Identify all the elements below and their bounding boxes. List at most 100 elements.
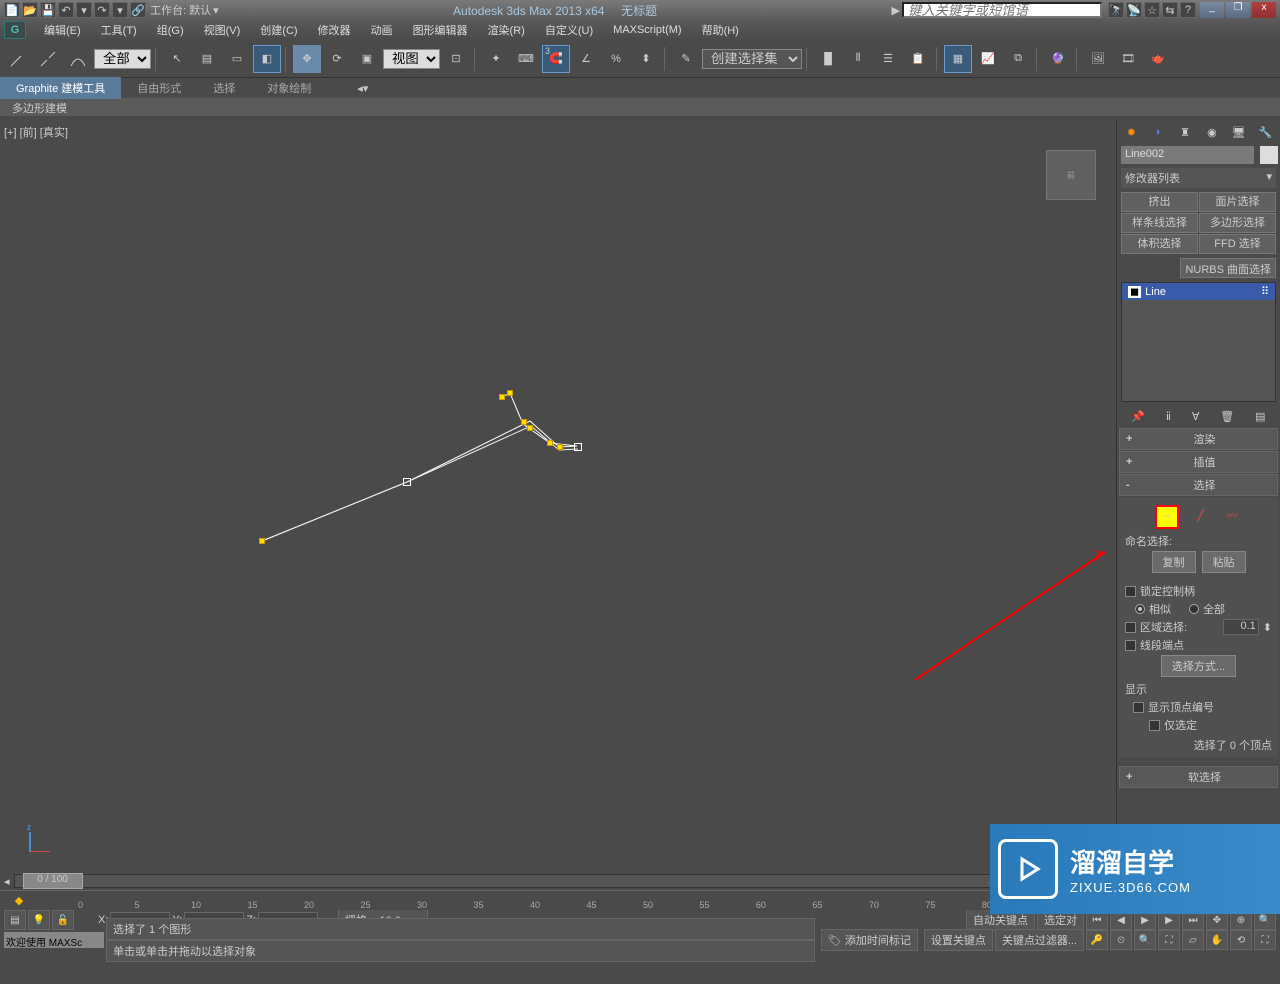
paste-button[interactable]: 粘贴 [1202,551,1246,573]
star-icon[interactable]: ☆ [1144,2,1160,18]
area-select-checkbox[interactable] [1125,622,1136,633]
set-key-button[interactable]: 设置关键点 [924,929,993,951]
time-tag-icon[interactable]: 🏷 [828,934,842,947]
close-button[interactable]: x [1252,2,1276,18]
viewport[interactable]: [+] [前] [真实] 前 z x [0,120,1116,872]
keyboard-shortcut-icon[interactable]: ⌨ [512,45,540,73]
create-panel-icon[interactable]: ✹ [1121,122,1141,142]
edit-named-sel-icon[interactable]: ✎ [672,45,700,73]
select-region-icon[interactable]: ▭ [223,45,251,73]
menu-graph[interactable]: 图形编辑器 [403,20,478,40]
help-search-input[interactable] [902,2,1102,18]
selected-only-checkbox[interactable] [1149,720,1160,731]
key-mode-icon[interactable]: 🔑 [1086,930,1108,950]
all-radio[interactable] [1189,604,1199,614]
select-object-icon[interactable]: ↖ [163,45,191,73]
nav-zoom-icon[interactable]: 🔍 [1134,930,1156,950]
select-by-button[interactable]: 选择方式... [1161,655,1236,677]
save-icon[interactable]: 💾 [40,2,56,18]
hierarchy-panel-icon[interactable]: ♜ [1175,122,1195,142]
stack-expand-icon[interactable]: ⠿ [1261,285,1269,298]
mod-spline-select[interactable]: 样条线选择 [1121,213,1198,233]
menu-customize[interactable]: 自定义(U) [535,20,603,40]
nav-fov-icon[interactable]: ▱ [1182,930,1204,950]
redo-icon[interactable]: ↷ [94,2,110,18]
vertex[interactable] [403,478,411,486]
spinner-snap-icon[interactable]: ⬍ [632,45,660,73]
remove-modifier-icon[interactable]: 🗑 [1220,410,1234,423]
time-slider-handle[interactable]: 0 / 100 [23,873,83,889]
timeline-prev-icon[interactable]: ◂ [4,875,10,888]
vertex[interactable] [527,425,533,431]
render-frame-icon[interactable]: 🎞 [1114,45,1142,73]
align-icon[interactable]: ⫴ [844,45,872,73]
menu-views[interactable]: 视图(V) [194,20,251,40]
key-filters-button[interactable]: 关键点过滤器... [995,929,1084,951]
ribbon-sub-polymodel[interactable]: 多边形建模 [0,98,1280,116]
mod-face-select[interactable]: 面片选择 [1199,192,1276,212]
snap-toggle-icon[interactable]: 3🧲 [542,45,570,73]
modify-panel-icon[interactable]: ◗ [1148,122,1168,142]
object-color-swatch[interactable] [1260,146,1278,164]
new-icon[interactable]: 📄 [4,2,20,18]
redo-drop-icon[interactable]: ▾ [112,2,128,18]
ribbon-tab-freeform[interactable]: 自由形式 [121,77,197,99]
app-logo-icon[interactable]: G [4,21,26,39]
maximize-button[interactable]: ❐ [1226,2,1250,18]
make-unique-icon[interactable]: ∀ [1192,410,1200,423]
menu-render[interactable]: 渲染(R) [478,20,535,40]
rotate-icon[interactable]: ⟳ [323,45,351,73]
render-prod-icon[interactable]: 🫖 [1144,45,1172,73]
nav-pan-icon[interactable]: ✋ [1206,930,1228,950]
spinner-arrows-icon[interactable]: ⬍ [1263,621,1272,634]
menu-group[interactable]: 组(G) [147,20,194,40]
minimize-button[interactable]: _ [1200,2,1224,18]
ribbon-toggle-icon[interactable]: ▦ [944,45,972,73]
ribbon-tab-selection[interactable]: 选择 [197,77,251,99]
modifier-list-dropdown[interactable]: 修改器列表 ▾ [1121,168,1276,188]
unlink-icon[interactable] [34,45,62,73]
configure-sets-icon[interactable]: ▤ [1255,410,1265,423]
copy-button[interactable]: 复制 [1152,551,1196,573]
rollout-selection[interactable]: -选择 [1119,474,1278,496]
rss-icon[interactable]: 📡 [1126,2,1142,18]
menu-create[interactable]: 创建(C) [250,20,307,40]
curve-editor-icon[interactable]: 📈 [974,45,1002,73]
undo-drop-icon[interactable]: ▾ [76,2,92,18]
named-selection-dropdown[interactable]: 创建选择集 [702,49,802,69]
material-editor-icon[interactable]: 🔮 [1044,45,1072,73]
vertex[interactable] [499,394,505,400]
binoculars-icon[interactable]: 🔭 [1108,2,1124,18]
select-manipulate-icon[interactable]: ✦ [482,45,510,73]
search-arrow-icon[interactable]: ▶ [892,4,900,17]
menu-maxscript[interactable]: MAXScript(M) [603,22,691,38]
alike-radio[interactable] [1135,604,1145,614]
undo-icon[interactable]: ↶ [58,2,74,18]
move-icon[interactable]: ✥ [293,45,321,73]
vertex[interactable] [259,538,265,544]
select-link-icon[interactable] [4,45,32,73]
layers-icon[interactable]: ☰ [874,45,902,73]
exchange-icon[interactable]: ⇆ [1162,2,1178,18]
pin-stack-icon[interactable]: 📌 [1131,410,1145,423]
display-panel-icon[interactable]: 🖥 [1229,122,1249,142]
rollout-render[interactable]: +渲染 [1119,428,1278,450]
stack-item-line[interactable]: ◼Line ⠿ [1122,283,1275,300]
modifier-stack[interactable]: ◼Line ⠿ [1121,282,1276,402]
vertex[interactable] [574,443,582,451]
workspace-label[interactable]: 工作台: 默认 [150,2,211,18]
viewport-label[interactable]: [+] [前] [真实] [4,124,68,140]
scale-icon[interactable]: ▣ [353,45,381,73]
window-crossing-icon[interactable]: ◧ [253,45,281,73]
nav-orbit-icon[interactable]: ⟲ [1230,930,1252,950]
spline-subobj-icon[interactable]: 〰 [1223,505,1243,525]
object-name-field[interactable]: Line002 [1121,146,1254,164]
utilities-panel-icon[interactable]: 🔧 [1256,122,1276,142]
ribbon-tab-graphite[interactable]: Graphite 建模工具 [0,77,121,99]
lock-handles-checkbox[interactable] [1125,586,1136,597]
area-select-spinner[interactable]: 0.1 [1223,619,1259,635]
vertex-subobj-icon[interactable]: ⠒ [1155,505,1179,529]
vertex[interactable] [557,444,563,450]
ribbon-expand-icon[interactable]: ◂▾ [357,82,368,95]
mod-nurbs-select[interactable]: NURBS 曲面选择 [1180,258,1276,278]
